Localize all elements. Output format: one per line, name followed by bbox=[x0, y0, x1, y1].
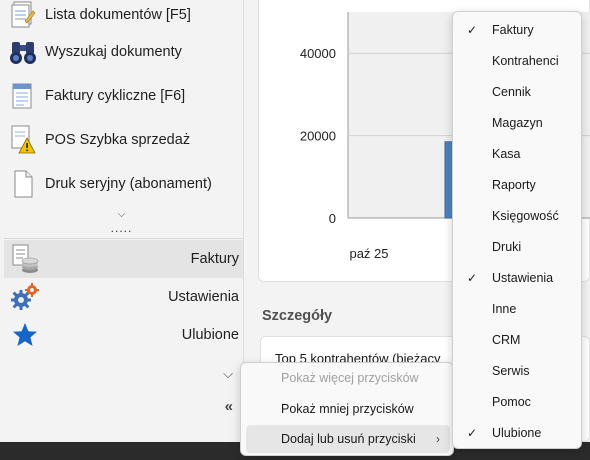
submenu-item-label: Druki bbox=[492, 240, 522, 254]
invoice-coins-icon bbox=[10, 244, 40, 274]
submenu-item-label: Kasa bbox=[492, 147, 521, 161]
recurring-invoice-icon bbox=[9, 81, 37, 111]
submenu-item-label: Magazyn bbox=[492, 116, 543, 130]
submenu-item-kontrahenci[interactable]: Kontrahenci bbox=[457, 46, 578, 76]
nav-item-serial-print[interactable]: Druk seryjny (abonament) bbox=[0, 162, 243, 206]
navigation-pane: Lista dokumentów [F5] Wyszukaj dokumenty… bbox=[0, 0, 244, 442]
submenu-item-label: Cennik bbox=[492, 85, 531, 99]
nav-item-label: Wyszukaj dokumenty bbox=[45, 44, 182, 60]
x-tick-label: paź 25 bbox=[349, 246, 388, 261]
gears-icon bbox=[10, 282, 40, 312]
star-icon bbox=[10, 320, 40, 350]
module-button-settings[interactable]: Ustawienia bbox=[4, 278, 243, 316]
nav-item-label: Lista dokumentów [F5] bbox=[45, 7, 191, 23]
submenu-item-label: Serwis bbox=[492, 364, 530, 378]
more-buttons-chevron-icon[interactable]: ⌵ bbox=[223, 366, 233, 382]
submenu-item-label: Raporty bbox=[492, 178, 536, 192]
submenu-item-ulubione[interactable]: ✓ Ulubione bbox=[457, 418, 578, 448]
menu-item-add-remove-buttons[interactable]: Dodaj lub usuń przyciski › bbox=[246, 425, 450, 453]
menu-item-show-fewer-buttons[interactable]: Pokaż mniej przycisków bbox=[246, 395, 450, 423]
menu-item-show-more-buttons[interactable]: Pokaż więcej przycisków bbox=[246, 364, 450, 392]
shortcut-list: Lista dokumentów [F5] Wyszukaj dokumenty… bbox=[0, 0, 243, 206]
submenu-item-label: Ustawienia bbox=[492, 271, 554, 285]
module-button-favorites[interactable]: Ulubione bbox=[4, 316, 243, 354]
submenu-item-label: Inne bbox=[492, 302, 517, 316]
checkmark-icon: ✓ bbox=[467, 23, 478, 37]
submenu-item-label: CRM bbox=[492, 333, 521, 347]
submenu-item-ustawienia[interactable]: ✓ Ustawienia bbox=[457, 263, 578, 293]
nav-item-document-list[interactable]: Lista dokumentów [F5] bbox=[0, 0, 243, 30]
submenu-item-inne[interactable]: Inne bbox=[457, 294, 578, 324]
warning-document-icon bbox=[9, 125, 37, 155]
binoculars-icon bbox=[9, 37, 37, 67]
submenu-item-pomoc[interactable]: Pomoc bbox=[457, 387, 578, 417]
y-tick-label: 40000 bbox=[300, 46, 336, 61]
submenu-item-kasa[interactable]: Kasa bbox=[457, 139, 578, 169]
module-label: Faktury bbox=[190, 251, 239, 267]
y-tick-label: 0 bbox=[329, 211, 336, 226]
submenu-item-druki[interactable]: Druki bbox=[457, 232, 578, 262]
submenu-item-serwis[interactable]: Serwis bbox=[457, 356, 578, 386]
menu-item-label: Pokaż mniej przycisków bbox=[281, 402, 414, 416]
y-tick-label: 20000 bbox=[300, 129, 336, 144]
submenu-item-label: Kontrahenci bbox=[492, 54, 559, 68]
document-list-icon bbox=[9, 0, 37, 30]
submenu-item-cennik[interactable]: Cennik bbox=[457, 77, 578, 107]
nav-item-recurring-invoices[interactable]: Faktury cykliczne [F6] bbox=[0, 74, 243, 118]
menu-item-label: Pokaż więcej przycisków bbox=[281, 371, 419, 385]
module-button-invoices[interactable]: Faktury bbox=[4, 240, 243, 278]
add-remove-buttons-submenu: ✓ Faktury Kontrahenci Cennik Magazyn Kasa Rapo… bbox=[452, 11, 582, 449]
submenu-item-label: Pomoc bbox=[492, 395, 531, 409]
details-heading: Szczegóły bbox=[262, 308, 333, 324]
nav-item-pos-quick-sale[interactable]: POS Szybka sprzedaż bbox=[0, 118, 243, 162]
collapse-pane-icon[interactable]: « bbox=[225, 398, 233, 415]
submenu-item-label: Ulubione bbox=[492, 426, 542, 440]
submenu-item-crm[interactable]: CRM bbox=[457, 325, 578, 355]
collapse-pane-row: « bbox=[4, 398, 243, 420]
submenu-item-label: Księgowość bbox=[492, 209, 559, 223]
more-buttons-row: ⌵ bbox=[4, 364, 243, 386]
submenu-arrow-icon: › bbox=[436, 432, 440, 446]
nav-item-label: POS Szybka sprzedaż bbox=[45, 132, 191, 148]
nav-item-search-documents[interactable]: Wyszukaj dokumenty bbox=[0, 30, 243, 74]
checkmark-icon: ✓ bbox=[467, 271, 478, 285]
menu-item-label: Dodaj lub usuń przyciski bbox=[281, 432, 416, 446]
section-divider bbox=[4, 238, 243, 239]
splitter-grip[interactable]: ..... bbox=[0, 222, 243, 238]
module-label: Ulubione bbox=[181, 327, 239, 343]
submenu-item-raporty[interactable]: Raporty bbox=[457, 170, 578, 200]
buttons-context-menu: Pokaż więcej przycisków Pokaż mniej przy… bbox=[240, 362, 454, 456]
submenu-item-księgowość[interactable]: Księgowość bbox=[457, 201, 578, 231]
submenu-item-magazyn[interactable]: Magazyn bbox=[457, 108, 578, 138]
blank-document-icon bbox=[9, 169, 37, 199]
checkmark-icon: ✓ bbox=[467, 426, 478, 440]
module-label: Ustawienia bbox=[168, 289, 239, 305]
nav-item-label: Faktury cykliczne [F6] bbox=[45, 88, 186, 104]
submenu-item-faktury[interactable]: ✓ Faktury bbox=[457, 15, 578, 45]
nav-item-label: Druk seryjny (abonament) bbox=[45, 176, 212, 192]
submenu-item-label: Faktury bbox=[492, 23, 534, 37]
